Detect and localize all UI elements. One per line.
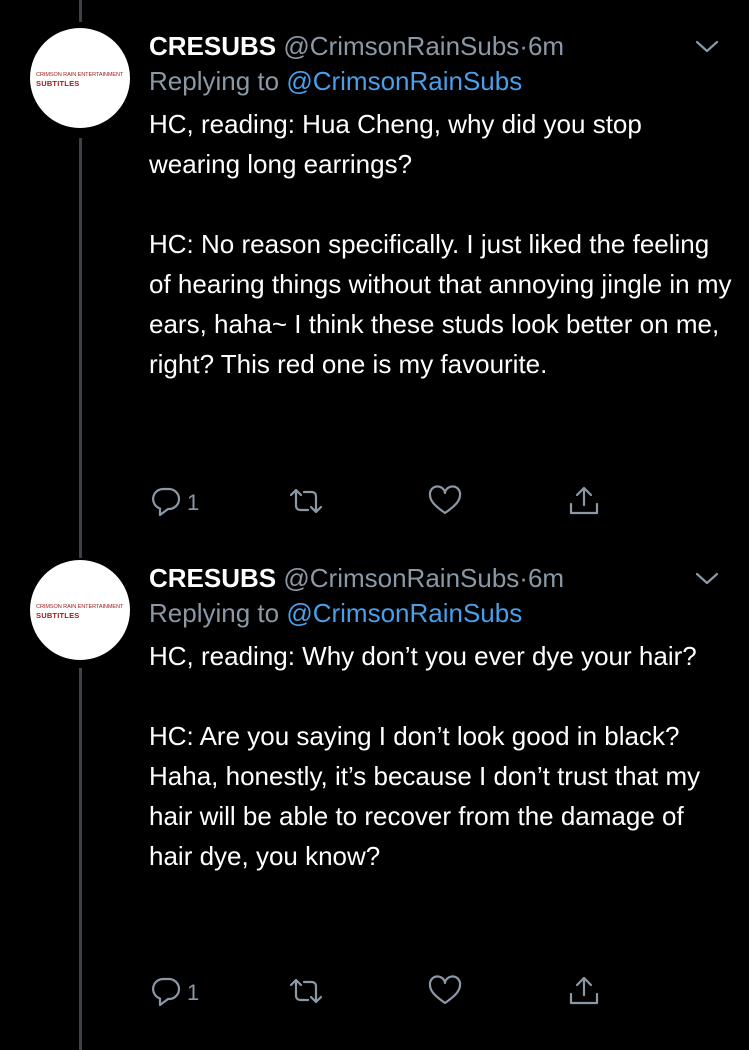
chevron-down-icon[interactable]	[693, 569, 721, 589]
tweet[interactable]: CRIMSON RAIN ENTERTAINMENT SUBTITLES CRE…	[0, 560, 749, 1040]
like-button[interactable]	[427, 484, 467, 524]
reply-count: 1	[187, 980, 200, 1005]
replying-to-label: Replying to	[149, 66, 280, 96]
avatar-logo-line2: SUBTITLES	[36, 611, 80, 620]
thread-line-top	[79, 0, 82, 22]
tweet-header: CRESUBS @CrimsonRainSubs·6m	[149, 560, 564, 596]
retweet-button[interactable]	[287, 484, 327, 524]
separator-dot: ·	[519, 31, 528, 61]
replying-to-mention[interactable]: @CrimsonRainSubs	[286, 598, 522, 628]
timestamp[interactable]: 6m	[528, 31, 564, 61]
timestamp[interactable]: 6m	[528, 563, 564, 593]
replying-to: Replying to @CrimsonRainSubs	[149, 594, 522, 632]
user-handle[interactable]: @CrimsonRainSubs	[283, 31, 519, 61]
retweet-button[interactable]	[287, 974, 327, 1014]
avatar-logo-line1: CRIMSON RAIN ENTERTAINMENT	[36, 604, 124, 610]
reply-button[interactable]: 1	[149, 484, 219, 524]
heart-icon	[427, 974, 467, 1008]
replying-to-mention[interactable]: @CrimsonRainSubs	[286, 66, 522, 96]
tweet-text: HC, reading: Why don’t you ever dye your…	[149, 636, 734, 876]
replying-to-label: Replying to	[149, 598, 280, 628]
share-icon	[566, 484, 606, 518]
tweet-text: HC, reading: Hua Cheng, why did you stop…	[149, 104, 734, 384]
reply-icon	[149, 484, 219, 518]
tweet-actions: 1	[149, 484, 739, 524]
reply-icon	[149, 974, 219, 1008]
display-name[interactable]: CRESUBS	[149, 31, 276, 61]
share-button[interactable]	[566, 974, 606, 1014]
user-handle[interactable]: @CrimsonRainSubs	[283, 563, 519, 593]
avatar[interactable]: CRIMSON RAIN ENTERTAINMENT SUBTITLES	[30, 560, 130, 660]
reply-button[interactable]: 1	[149, 974, 219, 1014]
share-icon	[566, 974, 606, 1008]
retweet-icon	[287, 974, 327, 1008]
replying-to: Replying to @CrimsonRainSubs	[149, 62, 522, 100]
tweet-header: CRESUBS @CrimsonRainSubs·6m	[149, 28, 564, 64]
retweet-icon	[287, 484, 327, 518]
avatar[interactable]: CRIMSON RAIN ENTERTAINMENT SUBTITLES	[30, 28, 130, 128]
avatar-logo-line1: CRIMSON RAIN ENTERTAINMENT	[36, 72, 124, 78]
tweet-paragraph: HC: No reason specifically. I just liked…	[149, 229, 732, 379]
reply-count: 1	[187, 490, 200, 515]
avatar-logo-line2: SUBTITLES	[36, 79, 80, 88]
tweet-paragraph: HC: Are you saying I don’t look good in …	[149, 721, 701, 871]
chevron-down-icon[interactable]	[693, 37, 721, 57]
tweet-actions: 1	[149, 974, 739, 1014]
share-button[interactable]	[566, 484, 606, 524]
heart-icon	[427, 484, 467, 518]
like-button[interactable]	[427, 974, 467, 1014]
tweet[interactable]: CRIMSON RAIN ENTERTAINMENT SUBTITLES CRE…	[0, 28, 749, 528]
separator-dot: ·	[519, 563, 528, 593]
display-name[interactable]: CRESUBS	[149, 563, 276, 593]
tweet-paragraph: HC, reading: Hua Cheng, why did you stop…	[149, 109, 642, 179]
tweet-paragraph: HC, reading: Why don’t you ever dye your…	[149, 641, 697, 671]
